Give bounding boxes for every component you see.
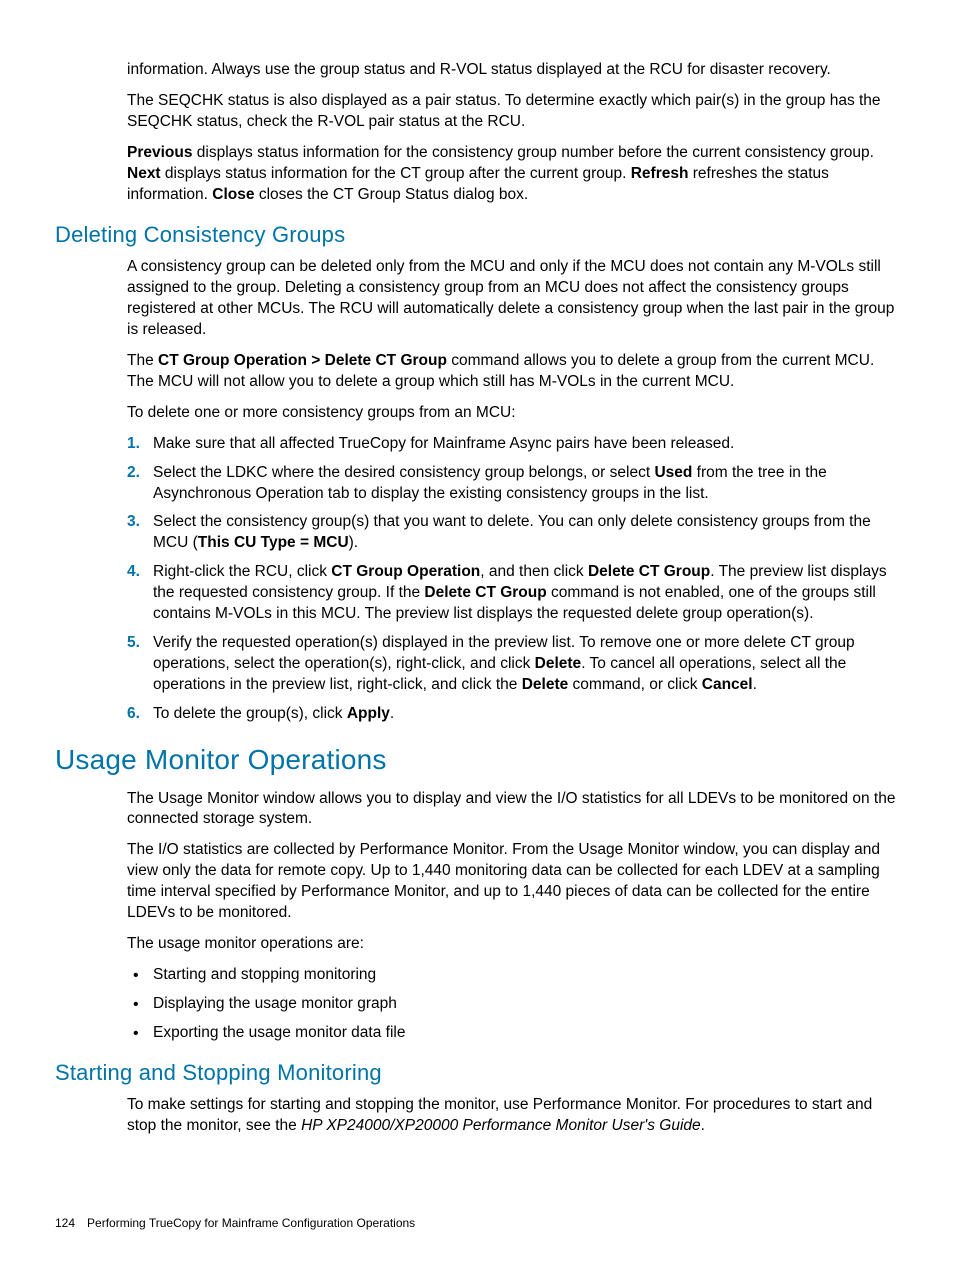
step-number: 4. — [127, 562, 140, 583]
usage-section-body: The Usage Monitor window allows you to d… — [127, 789, 899, 1044]
text: displays status information for the cons… — [192, 144, 874, 161]
step-number: 6. — [127, 704, 140, 725]
bold: Used — [654, 464, 692, 481]
bold: Previous — [127, 144, 192, 161]
bold: This CU Type = MCU — [198, 534, 349, 551]
text: displays status information for the CT g… — [161, 165, 631, 182]
list-item: 6. To delete the group(s), click Apply. — [127, 704, 899, 725]
paragraph: A consistency group can be deleted only … — [127, 257, 899, 341]
text: closes the CT Group Status dialog box. — [255, 186, 529, 203]
steps-list: 1. Make sure that all affected TrueCopy … — [127, 434, 899, 725]
bold: Apply — [347, 705, 390, 722]
page: information. Always use the group status… — [0, 0, 954, 1271]
paragraph: The Usage Monitor window allows you to d… — [127, 789, 899, 831]
step-number: 5. — [127, 633, 140, 654]
text: ). — [349, 534, 358, 551]
text: Right-click the RCU, click — [153, 563, 331, 580]
paragraph: The usage monitor operations are: — [127, 934, 899, 955]
paragraph: The SEQCHK status is also displayed as a… — [127, 91, 899, 133]
bold: Delete — [522, 676, 569, 693]
delete-section-body: A consistency group can be deleted only … — [127, 257, 899, 725]
top-section-body: information. Always use the group status… — [127, 60, 899, 206]
text: . — [390, 705, 394, 722]
bold: Cancel — [702, 676, 753, 693]
list-item: 1. Make sure that all affected TrueCopy … — [127, 434, 899, 455]
bold: Refresh — [631, 165, 689, 182]
heading-usage-monitor-operations: Usage Monitor Operations — [55, 741, 899, 779]
heading-deleting-consistency-groups: Deleting Consistency Groups — [55, 220, 899, 250]
step-number: 1. — [127, 434, 140, 455]
step-number: 3. — [127, 512, 140, 533]
list-item: Exporting the usage monitor data file — [127, 1023, 899, 1044]
bold: Close — [212, 186, 254, 203]
text: Select the LDKC where the desired consis… — [153, 464, 654, 481]
list-item: Starting and stopping monitoring — [127, 965, 899, 986]
text: command, or click — [568, 676, 702, 693]
bold: CT Group Operation > Delete CT Group — [158, 352, 447, 369]
list-item: 4. Right-click the RCU, click CT Group O… — [127, 562, 899, 625]
list-item: 2. Select the LDKC where the desired con… — [127, 463, 899, 505]
step-number: 2. — [127, 463, 140, 484]
bold: Delete CT Group — [424, 584, 546, 601]
bold: Delete CT Group — [588, 563, 710, 580]
bullet-list: Starting and stopping monitoring Display… — [127, 965, 899, 1044]
page-number: 124 — [55, 1216, 75, 1230]
paragraph: Previous displays status information for… — [127, 143, 899, 206]
list-item: 3. Select the consistency group(s) that … — [127, 512, 899, 554]
list-item: Displaying the usage monitor graph — [127, 994, 899, 1015]
paragraph: To delete one or more consistency groups… — [127, 403, 899, 424]
paragraph: The CT Group Operation > Delete CT Group… — [127, 351, 899, 393]
bold: CT Group Operation — [331, 563, 480, 580]
text: The — [127, 352, 158, 369]
paragraph: To make settings for starting and stoppi… — [127, 1095, 899, 1137]
bold: Next — [127, 165, 161, 182]
bold: Delete — [535, 655, 582, 672]
page-footer: 124 Performing TrueCopy for Mainframe Con… — [55, 1215, 415, 1231]
text: . — [701, 1117, 705, 1134]
startstop-section-body: To make settings for starting and stoppi… — [127, 1095, 899, 1137]
text: , and then click — [480, 563, 588, 580]
footer-title: Performing TrueCopy for Mainframe Config… — [87, 1216, 415, 1230]
italic: HP XP24000/XP20000 Performance Monitor U… — [301, 1117, 701, 1134]
text: To delete the group(s), click — [153, 705, 347, 722]
paragraph: information. Always use the group status… — [127, 60, 899, 81]
text: Make sure that all affected TrueCopy for… — [153, 435, 734, 452]
text: . — [753, 676, 757, 693]
heading-starting-and-stopping-monitoring: Starting and Stopping Monitoring — [55, 1058, 899, 1088]
paragraph: The I/O statistics are collected by Perf… — [127, 840, 899, 924]
list-item: 5. Verify the requested operation(s) dis… — [127, 633, 899, 696]
